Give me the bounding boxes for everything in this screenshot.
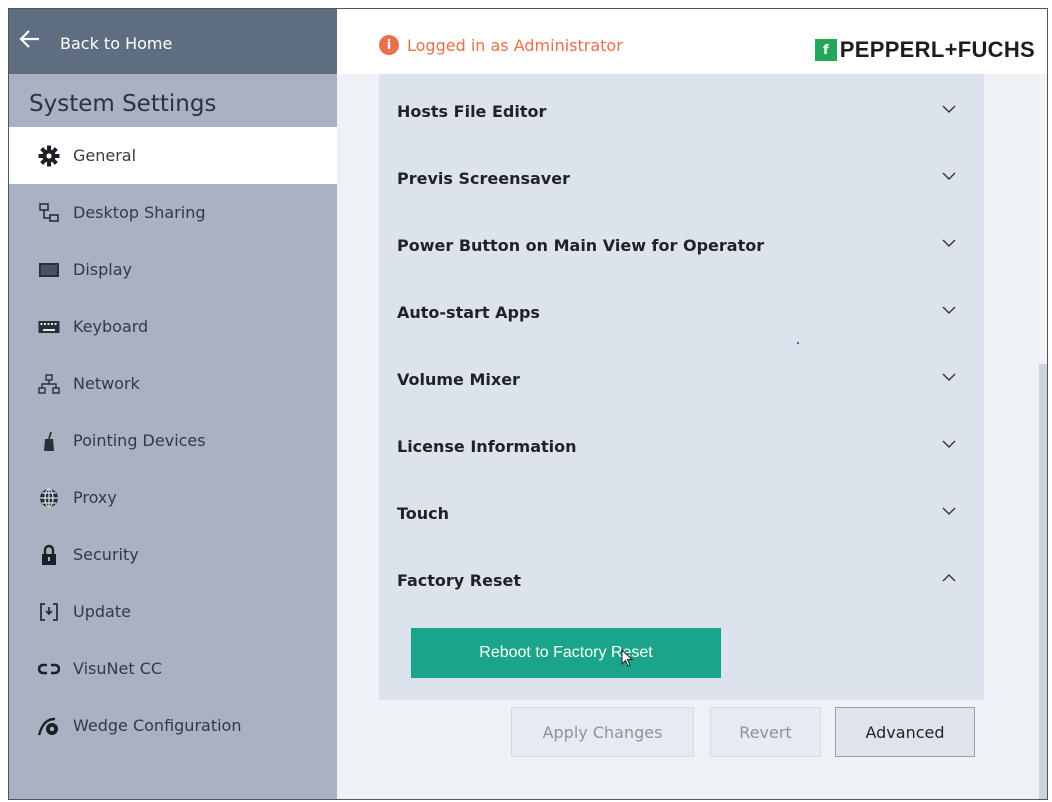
reboot-to-factory-reset-button[interactable]: Reboot to Factory Reset [411, 628, 721, 678]
monitor-icon [37, 259, 61, 281]
accordion-hosts-file-editor[interactable]: Hosts File Editor [379, 74, 984, 141]
chevron-down-icon [942, 507, 956, 515]
chevron-up-icon [942, 574, 956, 582]
sidebar-item-label: VisuNet CC [73, 659, 163, 678]
sidebar-item-wedge-configuration[interactable]: Wedge Configuration [9, 697, 337, 754]
lock-icon [37, 544, 61, 566]
pointing-device-icon [37, 430, 61, 452]
sidebar-item-label: Keyboard [73, 317, 149, 336]
sidebar-item-label: Pointing Devices [73, 431, 206, 450]
sidebar-item-general[interactable]: General [9, 127, 337, 184]
chevron-down-icon [942, 306, 956, 314]
mouse-cursor-icon [621, 649, 634, 667]
update-icon [37, 601, 61, 623]
sidebar-item-label: Network [73, 374, 140, 393]
section-title: System Settings [29, 91, 217, 117]
sidebar-item-network[interactable]: Network [9, 355, 337, 412]
sidebar-item-label: Wedge Configuration [73, 716, 242, 735]
wedge-gear-icon [37, 715, 61, 737]
sidebar-item-display[interactable]: Display [9, 241, 337, 298]
settings-panel: Hosts File Editor Previs Screensaver Pow… [379, 74, 984, 700]
sidebar: Back to Home System Settings General Des… [9, 9, 337, 799]
accordion-title: Factory Reset [397, 571, 521, 590]
back-to-home-button[interactable]: Back to Home [9, 9, 337, 74]
advanced-button[interactable]: Advanced [835, 707, 975, 757]
main-content: i Logged in as Administrator f PEPPERL+F… [337, 9, 1047, 799]
globe-icon [37, 487, 61, 509]
accordion-auto-start-apps[interactable]: Auto-start Apps [379, 275, 984, 342]
chevron-down-icon [942, 105, 956, 113]
sidebar-item-label: Desktop Sharing [73, 203, 206, 222]
top-bar: i Logged in as Administrator f PEPPERL+F… [337, 9, 1047, 74]
revert-button[interactable]: Revert [710, 707, 821, 757]
chevron-down-icon [942, 172, 956, 180]
desktop-sharing-icon [37, 202, 61, 224]
sidebar-item-label: Display [73, 260, 132, 279]
arrow-left-icon [19, 30, 39, 48]
sidebar-item-label: Proxy [73, 488, 117, 507]
sidebar-item-security[interactable]: Security [9, 526, 337, 583]
brand-name: PEPPERL+FUCHS [839, 37, 1035, 62]
accordion-title: Auto-start Apps [397, 303, 540, 322]
chevron-down-icon [942, 440, 956, 448]
brand-mark-icon: f [814, 39, 837, 61]
chevron-down-icon [942, 373, 956, 381]
gear-icon [37, 145, 61, 167]
link-icon [37, 658, 61, 680]
apply-changes-button[interactable]: Apply Changes [511, 707, 694, 757]
admin-status-label: Logged in as Administrator [407, 35, 623, 55]
sidebar-item-update[interactable]: Update [9, 583, 337, 640]
sidebar-item-label: Update [73, 602, 131, 621]
accordion-previs-screensaver[interactable]: Previs Screensaver [379, 141, 984, 208]
accordion-title: Touch [397, 504, 450, 523]
accordion-title: License Information [397, 437, 577, 456]
sidebar-item-desktop-sharing[interactable]: Desktop Sharing [9, 184, 337, 241]
accordion-touch[interactable]: Touch [379, 476, 984, 543]
app-window: Back to Home System Settings General Des… [8, 8, 1048, 800]
scrollbar[interactable] [1039, 364, 1047, 799]
accordion-title: Volume Mixer [397, 370, 520, 389]
accordion-title: Hosts File Editor [397, 102, 547, 121]
sidebar-item-label: General [73, 146, 137, 165]
sidebar-nav: General Desktop Sharing Display Keyboard… [9, 127, 337, 754]
sidebar-item-label: Security [73, 545, 139, 564]
sidebar-item-visunet-cc[interactable]: VisuNet CC [9, 640, 337, 697]
stray-pixel [797, 342, 799, 344]
admin-status: i Logged in as Administrator [379, 35, 623, 55]
brand-logo: f PEPPERL+FUCHS [814, 37, 1035, 63]
accordion-title: Power Button on Main View for Operator [397, 236, 765, 255]
accordion-volume-mixer[interactable]: Volume Mixer [379, 342, 984, 409]
info-icon: i [379, 35, 399, 55]
keyboard-icon [37, 316, 61, 338]
accordion-license-information[interactable]: License Information [379, 409, 984, 476]
sidebar-item-keyboard[interactable]: Keyboard [9, 298, 337, 355]
sidebar-item-pointing-devices[interactable]: Pointing Devices [9, 412, 337, 469]
accordion-power-button[interactable]: Power Button on Main View for Operator [379, 208, 984, 275]
accordion-title: Previs Screensaver [397, 169, 570, 188]
back-to-home-label: Back to Home [60, 34, 173, 53]
chevron-down-icon [942, 239, 956, 247]
sidebar-item-proxy[interactable]: Proxy [9, 469, 337, 526]
accordion-factory-reset[interactable]: Factory Reset [379, 543, 984, 610]
network-icon [37, 373, 61, 395]
